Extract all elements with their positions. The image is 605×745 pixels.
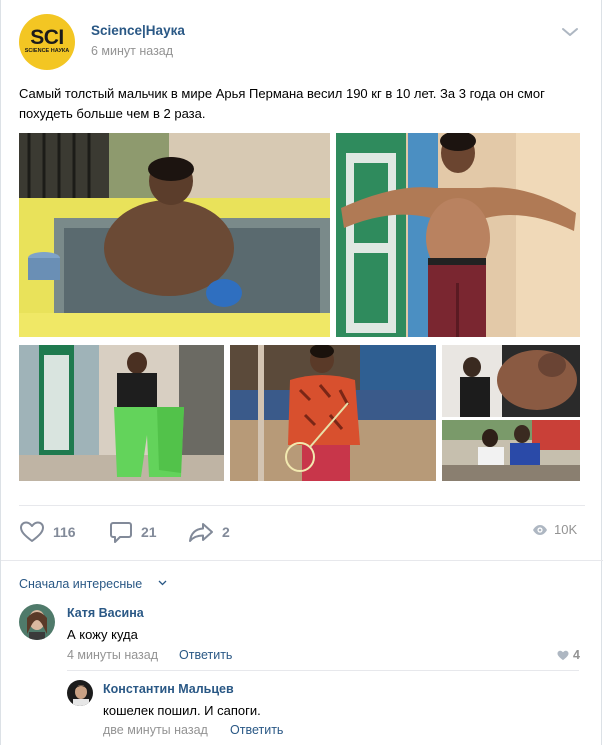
post-photo-pool[interactable] [19, 133, 330, 337]
group-name-link[interactable]: Science|Наука [91, 23, 185, 38]
comment-author[interactable]: Катя Васина [67, 606, 144, 620]
reply-avatar[interactable] [67, 680, 93, 706]
reply-button[interactable]: Ответить [179, 648, 232, 662]
reply-time[interactable]: две минуты назад [103, 723, 208, 737]
view-count: 10K [554, 522, 578, 537]
reply-button[interactable]: Ответить [230, 723, 283, 737]
reply-author[interactable]: Константин Мальцев [103, 682, 234, 696]
comment-avatar[interactable] [19, 604, 55, 640]
logo-text: SCI [30, 26, 64, 49]
chevron-down-icon[interactable] [561, 26, 579, 38]
post-photo-green-pants[interactable] [19, 345, 224, 481]
share-button[interactable]: 2 [188, 519, 230, 545]
share-icon [189, 523, 213, 542]
comment-like-count: 4 [573, 648, 580, 662]
post-photo-doctor-1[interactable] [442, 345, 580, 417]
share-count: 2 [222, 524, 230, 540]
views-counter: 10K [532, 522, 577, 537]
actions-divider [19, 505, 585, 506]
post-photo-badminton[interactable] [230, 345, 436, 481]
comment-button[interactable]: 21 [109, 519, 157, 545]
heart-icon [557, 650, 569, 660]
chevron-down-icon[interactable] [158, 580, 167, 586]
post-photo-doctor-2[interactable] [442, 420, 580, 481]
reply-divider [67, 670, 579, 671]
post-timestamp[interactable]: 6 минут назад [91, 44, 173, 58]
comment-text: А кожу куда [67, 627, 138, 642]
post-card: SCI SCIENCE НАУКА Science|Наука 6 минут … [0, 0, 603, 745]
comment-count: 21 [141, 524, 157, 540]
logo-subtext: SCIENCE НАУКА [24, 48, 70, 54]
group-avatar[interactable]: SCI SCIENCE НАУКА [19, 14, 75, 70]
like-button[interactable]: 116 [19, 519, 76, 545]
comment-icon [110, 522, 132, 543]
comments-divider [1, 560, 603, 561]
post-text: Самый толстый мальчик в мире Арья Перман… [19, 86, 545, 121]
comment-time[interactable]: 4 минуты назад [67, 648, 158, 662]
eye-icon [533, 524, 547, 535]
heart-icon [20, 521, 44, 542]
post-photo-standing[interactable] [336, 133, 580, 337]
comment-like-button[interactable]: 4 [557, 648, 580, 662]
reply-text: кошелек пошил. И сапоги. [103, 703, 261, 718]
like-count: 116 [53, 524, 76, 540]
comments-sort-dropdown[interactable]: Сначала интересные [19, 577, 142, 591]
